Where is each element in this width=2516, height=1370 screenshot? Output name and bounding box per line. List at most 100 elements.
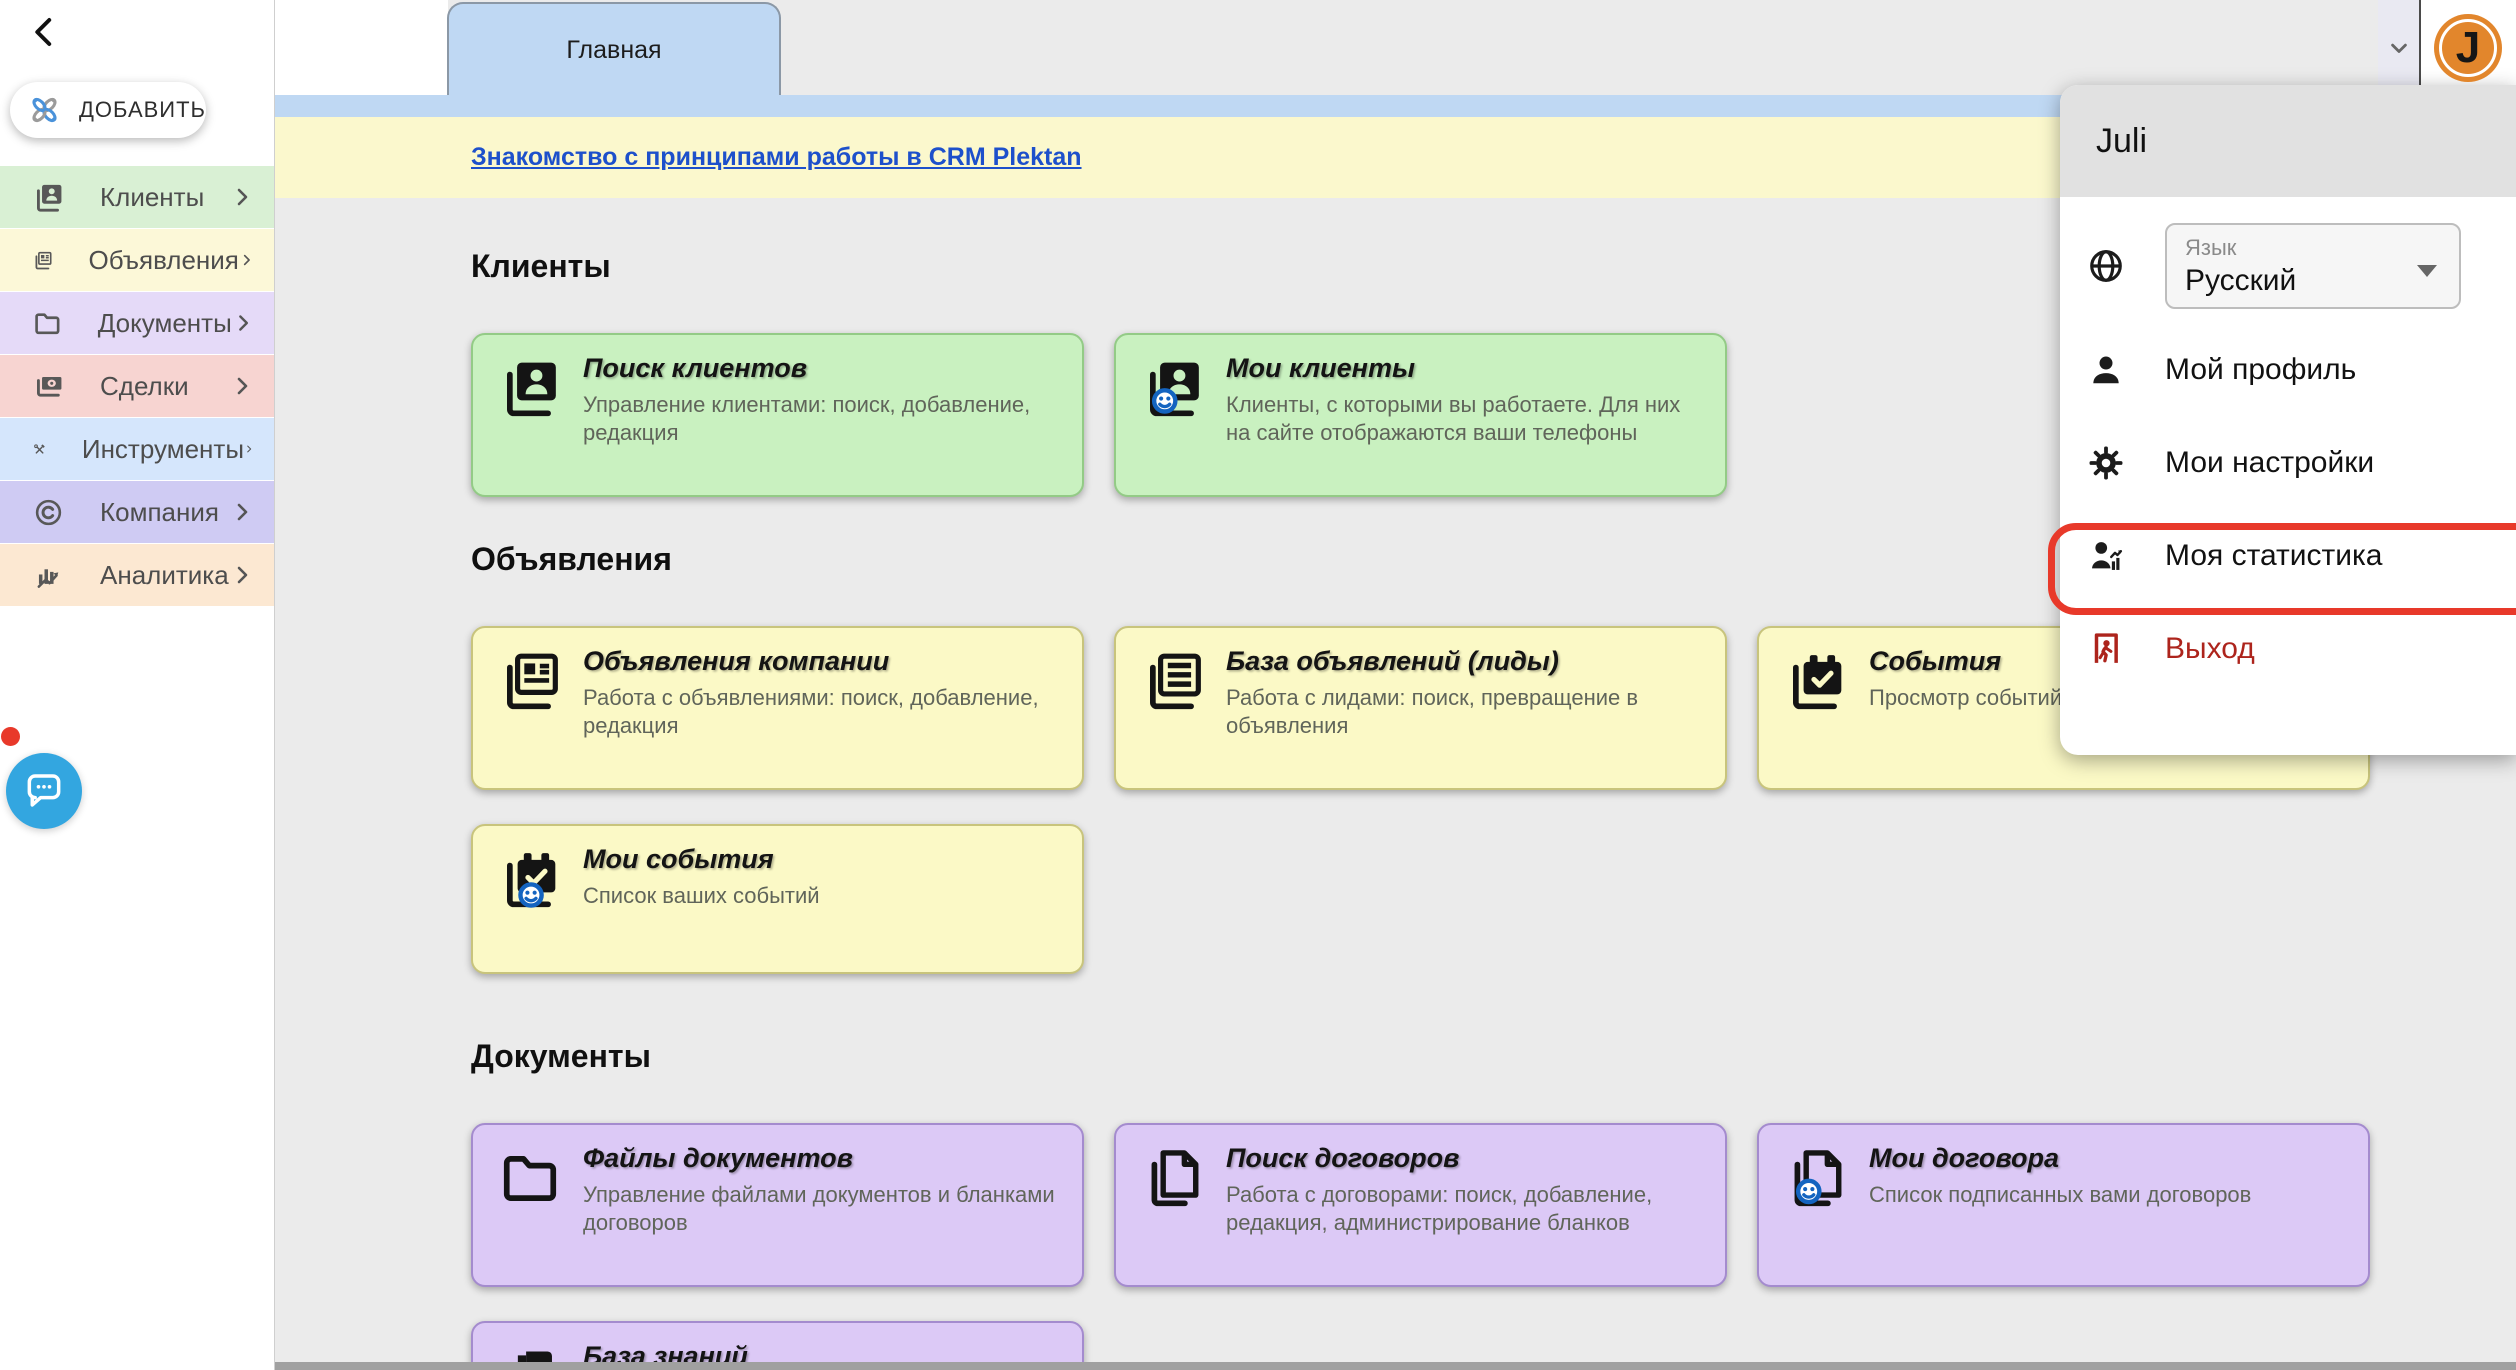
sidebar-item-deals[interactable]: Сделки [0,355,274,417]
sidebar-item-analytics[interactable]: Аналитика [0,544,274,606]
tab-list-dropdown-button[interactable] [2378,0,2421,95]
contact-card-icon [33,182,64,213]
card-subtitle: Работа с договорами: поиск, добавление, … [1226,1181,1699,1237]
card-subtitle: Работа с объявлениями: поиск, добавление… [583,684,1056,740]
card-title: База объявлений (лиды) [1226,646,1699,677]
card-subtitle: Список подписанных вами договоров [1869,1181,2251,1209]
card-document-files[interactable]: Файлы документов Управление файлами доку… [471,1123,1084,1287]
user-menu: Juli Язык Русский Мой профиль [2060,85,2516,755]
notification-dot [1,727,20,746]
tabbar-left-gap [275,0,448,95]
card-text: База объявлений (лиды) Работа с лидами: … [1226,646,1699,740]
sidebar-item-label: Инструменты [82,434,244,465]
folder-icon [499,1147,561,1209]
menu-item-my-statistics[interactable]: Моя статистика [2060,524,2516,588]
user-avatar[interactable]: J [2434,14,2502,82]
tab-bar: Главная [275,0,2516,95]
language-select[interactable]: Язык Русский [2165,223,2461,309]
document-list-icon [1142,650,1204,712]
card-text: Мои клиенты Клиенты, с которыми вы работ… [1226,353,1699,447]
card-my-contracts[interactable]: Мои договора Список подписанных вами дог… [1757,1123,2370,1287]
add-button[interactable]: ДОБАВИТЬ [10,82,206,138]
folder-icon [33,308,62,339]
chat-button[interactable] [6,753,82,829]
username: Juli [2096,122,2147,161]
sidebar-item-label: Документы [98,308,232,339]
card-subtitle: Управление клиентами: поиск, добавление,… [583,391,1056,447]
menu-item-my-settings[interactable]: Мои настройки [2060,431,2516,495]
documents-cards-row: Файлы документов Управление файлами доку… [471,1123,2516,1287]
sidebar-item-label: Сделки [100,371,230,402]
crm-main-page: ДОБАВИТЬ Клиенты [0,0,2516,1370]
card-title: Мои договора [1869,1143,2251,1174]
card-contract-search[interactable]: Поиск договоров Работа с договорами: пои… [1114,1123,1727,1287]
language-row: Язык Русский [2060,223,2516,309]
card-leads-base[interactable]: База объявлений (лиды) Работа с лидами: … [1114,626,1727,790]
globe-icon [2087,247,2125,285]
card-my-events[interactable]: Мои события Список ваших событий [471,824,1084,974]
pages-icon [1142,1147,1204,1209]
analytics-icon [33,560,64,591]
menu-item-logout[interactable]: Выход [2060,617,2516,681]
card-company-ads[interactable]: Объявления компании Работа с объявлениям… [471,626,1084,790]
chevron-right-icon [230,374,254,398]
card-title: Файлы документов [583,1143,1056,1174]
card-text: Файлы документов Управление файлами доку… [583,1143,1056,1237]
newspaper-icon [33,245,53,276]
contact-card-smiley-icon [1142,357,1204,419]
card-text: Мои события Список ваших событий [583,844,820,910]
card-my-clients[interactable]: Мои клиенты Клиенты, с которыми вы работ… [1114,333,1727,497]
chevron-right-icon [230,185,254,209]
language-select-value: Русский [2185,264,2441,298]
sidebar-item-tools[interactable]: Инструменты [0,418,274,480]
card-client-search[interactable]: Поиск клиентов Управление клиентами: пои… [471,333,1084,497]
sidebar: ДОБАВИТЬ Клиенты [0,0,274,1370]
page-smiley-icon [1785,1147,1847,1209]
card-subtitle: Управление файлами документов и бланками… [583,1181,1056,1237]
tab-home-label: Главная [566,36,661,65]
card-title: Мои клиенты [1226,353,1699,384]
chevron-down-icon [2385,34,2413,62]
sidebar-item-documents[interactable]: Документы [0,292,274,354]
sidebar-item-clients[interactable]: Клиенты [0,166,274,228]
sidebar-item-label: Объявления [89,245,239,276]
sidebar-item-company[interactable]: Компания [0,481,274,543]
menu-item-label: Моя статистика [2165,539,2383,573]
menu-item-my-profile[interactable]: Мой профиль [2060,338,2516,402]
chevron-left-icon [26,14,62,50]
menu-item-label: Мои настройки [2165,446,2374,480]
back-button[interactable] [26,14,62,50]
card-subtitle: Список ваших событий [583,882,820,910]
newspaper-icon [499,650,561,712]
card-title: Мои события [583,844,820,875]
chevron-right-icon [230,500,254,524]
tab-home[interactable]: Главная [447,2,781,97]
chevron-right-icon [239,248,254,272]
intro-banner-link[interactable]: Знакомство с принципами работы в CRM Ple… [471,143,1082,172]
person-icon [2087,351,2125,389]
exit-door-icon [2087,630,2125,668]
card-title: Поиск клиентов [583,353,1056,384]
card-text: Поиск клиентов Управление клиентами: пои… [583,353,1056,447]
horizontal-scrollbar[interactable] [275,1362,2516,1370]
calendar-check-smiley-icon [499,848,561,910]
sidebar-nav: Клиенты Объявления [0,166,274,607]
my-events-row: Мои события Список ваших событий [471,824,2516,974]
caret-down-icon [2417,265,2437,277]
section-heading-documents: Документы [471,1038,2516,1075]
sidebar-item-ads[interactable]: Объявления [0,229,274,291]
chevron-right-icon [244,437,254,461]
sidebar-item-label: Компания [100,497,230,528]
add-button-label: ДОБАВИТЬ [79,97,206,123]
plektan-logo-icon [26,89,63,131]
card-subtitle: Работа с лидами: поиск, превращение в об… [1226,684,1699,740]
calendar-check-icon [1785,650,1847,712]
card-text: Мои договора Список подписанных вами дог… [1869,1143,2251,1209]
card-subtitle: Клиенты, с которыми вы работаете. Для ни… [1226,391,1699,447]
card-title: Объявления компании [583,646,1056,677]
menu-item-label: Мой профиль [2165,353,2356,387]
user-menu-header: Juli [2060,85,2516,197]
tools-icon [33,434,46,465]
card-text: Объявления компании Работа с объявлениям… [583,646,1056,740]
person-stats-icon [2087,537,2125,575]
